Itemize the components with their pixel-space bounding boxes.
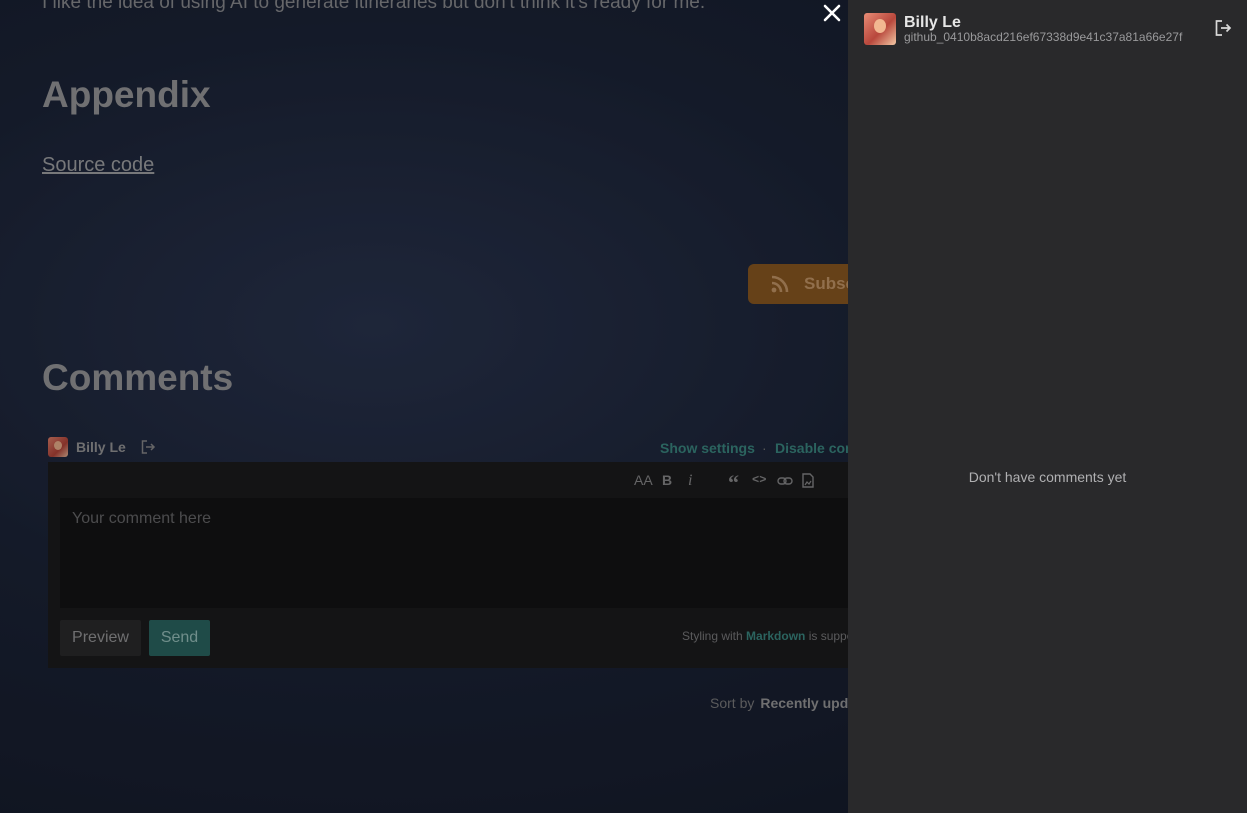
avatar: [48, 437, 68, 457]
article-intro-text: I like the idea of using AI to generate …: [42, 0, 706, 13]
close-icon[interactable]: [822, 3, 842, 23]
comments-heading: Comments: [42, 357, 234, 398]
markdown-link[interactable]: Markdown: [746, 629, 805, 643]
logout-icon[interactable]: [1214, 19, 1232, 37]
italic-button[interactable]: i: [688, 472, 692, 490]
panel-user-id: github_0410b8acd216ef67338d9e41c37a81a66…: [904, 30, 1183, 44]
bold-button[interactable]: B: [662, 472, 672, 488]
code-button[interactable]: <>: [752, 473, 766, 487]
markdown-note: Styling with Markdown is supported: [682, 629, 874, 643]
preview-button[interactable]: Preview: [60, 620, 141, 656]
send-button[interactable]: Send: [149, 620, 210, 656]
comment-input[interactable]: [60, 498, 868, 608]
empty-comments-message: Don't have comments yet: [968, 469, 1127, 485]
comments-side-panel: Billy Le github_0410b8acd216ef67338d9e41…: [848, 0, 1247, 813]
sort-label: Sort by: [710, 695, 755, 711]
logout-icon[interactable]: [140, 439, 156, 455]
avatar: [864, 13, 896, 45]
quote-button[interactable]: “: [728, 470, 739, 496]
show-settings-link[interactable]: Show settings: [660, 440, 755, 456]
heading-button[interactable]: AA: [634, 472, 653, 488]
image-icon[interactable]: [802, 473, 814, 488]
comment-user-name: Billy Le: [76, 439, 126, 455]
markdown-prefix: Styling with: [682, 629, 747, 643]
link-icon[interactable]: [777, 474, 793, 488]
rss-icon: [771, 275, 789, 293]
comment-author-row: Billy Le: [48, 436, 156, 458]
separator-dot: ·: [762, 440, 767, 456]
source-code-link[interactable]: Source code: [42, 154, 154, 177]
appendix-heading: Appendix: [42, 74, 211, 115]
